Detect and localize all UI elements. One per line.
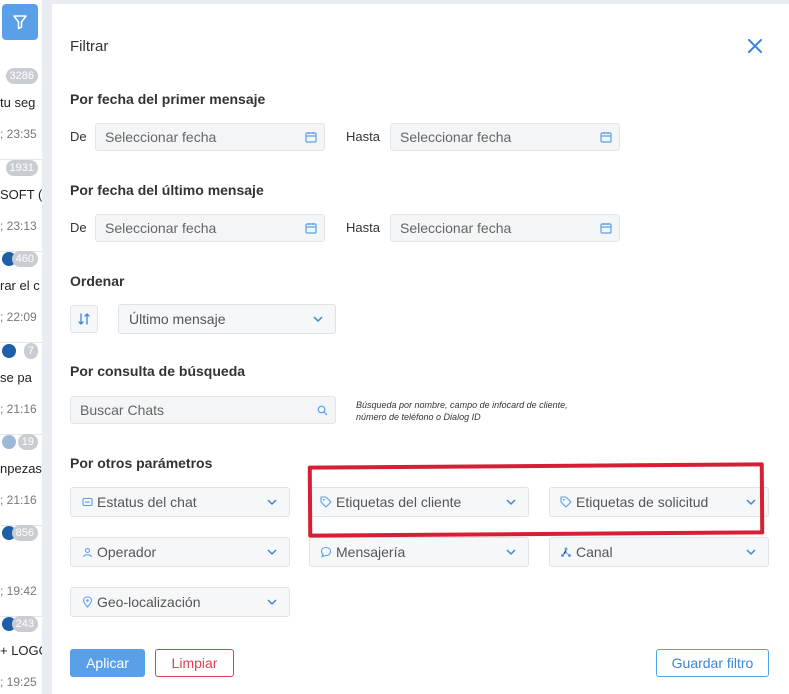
channel-avatar-icon <box>2 435 16 449</box>
to-label: Hasta <box>346 129 380 144</box>
filter-button[interactable] <box>2 4 38 40</box>
chat-time: ; 21:16 <box>0 493 37 507</box>
close-button[interactable] <box>746 37 764 55</box>
select-label: Mensajería <box>336 544 406 560</box>
unread-badge: 460 <box>11 251 38 267</box>
filter-modal: Filtrar Por fecha del primer mensaje De … <box>52 4 789 694</box>
from-label: De <box>70 129 87 144</box>
chat-status-select[interactable]: Estatus del chat <box>70 487 290 517</box>
chat-list-sidebar: 3286 tu seg ; 23:35 1931 SOFT ( ; 23:13 … <box>0 0 42 694</box>
person-icon <box>71 547 97 558</box>
chat-list-item[interactable]: 856 ; 19:42 <box>0 525 42 617</box>
search-heading: Por consulta de búsqueda <box>70 363 246 379</box>
sort-arrows-icon <box>78 313 90 325</box>
chat-list-item[interactable]: 7 se pa ; 21:16 <box>0 343 42 435</box>
chat-name: se pa <box>0 370 32 385</box>
clear-button[interactable]: Limpiar <box>155 649 234 677</box>
calendar-icon[interactable] <box>593 222 619 234</box>
other-params-heading: Por otros parámetros <box>70 455 213 471</box>
unread-badge: 19 <box>17 434 38 450</box>
order-select[interactable]: Último mensaje <box>118 304 336 334</box>
chat-time: ; 23:35 <box>0 127 37 141</box>
last-message-to-date[interactable]: Seleccionar fecha <box>390 214 620 242</box>
modal-title: Filtrar <box>70 38 109 55</box>
messaging-select[interactable]: Mensajería <box>309 537 529 567</box>
chat-name: tu seg <box>0 95 36 110</box>
save-filter-button[interactable]: Guardar filtro <box>656 649 769 677</box>
unread-badge: 856 <box>11 525 38 541</box>
search-chats-input[interactable]: Buscar Chats <box>70 396 336 424</box>
chat-time: ; 19:42 <box>0 584 37 598</box>
order-selected-value: Último mensaje <box>129 311 226 327</box>
chevron-down-icon <box>255 548 289 556</box>
search-placeholder: Buscar Chats <box>80 402 165 418</box>
first-message-heading: Por fecha del primer mensaje <box>70 91 266 107</box>
chat-status-icon <box>71 497 97 508</box>
geolocation-select[interactable]: Geo-localización <box>70 587 290 617</box>
first-message-from-date[interactable]: Seleccionar fecha <box>95 123 325 151</box>
apply-button[interactable]: Aplicar <box>70 649 145 677</box>
chevron-down-icon <box>734 548 768 556</box>
channel-select[interactable]: Canal <box>549 537 769 567</box>
first-message-to-date[interactable]: Seleccionar fecha <box>390 123 620 151</box>
chat-name: + LOGO <box>0 643 42 658</box>
operator-select[interactable]: Operador <box>70 537 290 567</box>
message-bubble-icon <box>310 546 336 558</box>
chat-name: SOFT ( <box>0 187 42 202</box>
date-placeholder: Seleccionar fecha <box>105 129 217 145</box>
chat-list-item[interactable]: 1931 SOFT ( ; 23:13 <box>0 160 42 252</box>
chevron-down-icon <box>494 548 528 556</box>
chat-time: ; 23:13 <box>0 219 37 233</box>
chat-time: ; 21:16 <box>0 402 37 416</box>
funnel-icon <box>13 15 27 30</box>
unread-badge: 1931 <box>5 160 38 176</box>
calendar-icon[interactable] <box>298 222 324 234</box>
select-label: Operador <box>97 544 157 560</box>
from-label: De <box>70 220 87 235</box>
channel-icon <box>550 546 576 558</box>
chevron-down-icon <box>255 598 289 606</box>
sort-direction-button[interactable] <box>70 305 98 333</box>
search-icon <box>309 405 335 416</box>
to-label: Hasta <box>346 220 380 235</box>
close-icon <box>748 39 762 53</box>
unread-badge: 3286 <box>5 68 38 84</box>
chat-list-item[interactable]: 243 + LOGO ; 19:25 <box>0 616 42 694</box>
location-pin-icon <box>71 596 97 608</box>
chat-list-item[interactable]: 3286 tu seg ; 23:35 <box>0 68 42 160</box>
date-placeholder: Seleccionar fecha <box>400 129 512 145</box>
calendar-icon[interactable] <box>593 131 619 143</box>
chat-list-item[interactable]: 19 npezas ; 21:16 <box>0 434 42 526</box>
select-label: Canal <box>576 544 613 560</box>
calendar-icon[interactable] <box>298 131 324 143</box>
unread-badge: 243 <box>11 616 38 632</box>
chevron-down-icon <box>255 498 289 506</box>
unread-badge: 7 <box>23 343 38 359</box>
chevron-down-icon <box>301 315 335 323</box>
channel-avatar-icon <box>2 344 16 358</box>
highlight-annotation <box>307 462 765 538</box>
select-label: Geo-localización <box>97 594 201 610</box>
search-hint: Búsqueda por nombre, campo de infocard d… <box>356 400 568 422</box>
chat-name: rar el c <box>0 278 40 293</box>
last-message-from-date[interactable]: Seleccionar fecha <box>95 214 325 242</box>
chat-time: ; 22:09 <box>0 310 37 324</box>
last-message-heading: Por fecha del último mensaje <box>70 182 264 198</box>
select-label: Estatus del chat <box>97 494 197 510</box>
chat-name: npezas <box>0 461 42 476</box>
chat-time: ; 19:25 <box>0 675 37 689</box>
date-placeholder: Seleccionar fecha <box>105 220 217 236</box>
page: 3286 tu seg ; 23:35 1931 SOFT ( ; 23:13 … <box>0 0 789 694</box>
date-placeholder: Seleccionar fecha <box>400 220 512 236</box>
chat-list-item[interactable]: 460 rar el c ; 22:09 <box>0 251 42 343</box>
order-heading: Ordenar <box>70 273 125 289</box>
